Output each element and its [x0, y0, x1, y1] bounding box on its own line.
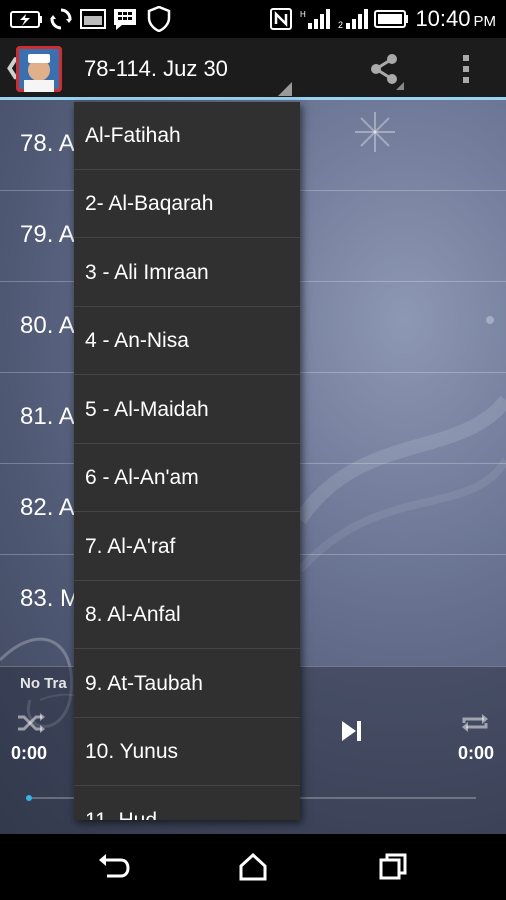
- home-icon[interactable]: [233, 850, 273, 884]
- dropdown-item[interactable]: 5 - Al-Maidah: [74, 376, 300, 444]
- dropdown-item[interactable]: 9. At-Taubah: [74, 650, 300, 718]
- dropdown-item[interactable]: 2- Al-Baqarah: [74, 170, 300, 238]
- battery-charging-icon: [10, 6, 44, 32]
- time-total: 0:00: [457, 743, 494, 763]
- nav-bar: [0, 834, 506, 900]
- battery-icon: [374, 6, 410, 32]
- sync-icon: [48, 6, 74, 32]
- dropdown-item[interactable]: 11. Hud: [74, 787, 300, 820]
- overflow-menu-icon[interactable]: [456, 52, 476, 88]
- nfc-icon: [268, 6, 294, 32]
- share-icon[interactable]: [366, 52, 406, 90]
- shuffle-icon[interactable]: [16, 711, 46, 740]
- dropdown-item[interactable]: 10. Yunus: [74, 718, 300, 786]
- clock: 10:40 PM: [415, 6, 496, 31]
- svg-text:2: 2: [338, 20, 343, 30]
- dropdown-item[interactable]: 7. Al-A'raf: [74, 513, 300, 581]
- bbm-icon: [112, 6, 138, 32]
- image-icon: [80, 6, 106, 32]
- dropdown-item[interactable]: 6 - Al-An'am: [74, 444, 300, 512]
- dropdown-item[interactable]: 8. Al-Anfal: [74, 581, 300, 649]
- svg-text:H: H: [300, 10, 306, 19]
- app-avatar[interactable]: [16, 46, 62, 92]
- seek-thumb[interactable]: [26, 795, 32, 801]
- recents-icon[interactable]: [373, 850, 413, 884]
- dropdown-item[interactable]: Al-Fatihah: [74, 102, 300, 170]
- signal-icon: 2: [338, 6, 370, 32]
- spinner-title[interactable]: 78-114. Juz 30: [84, 56, 228, 82]
- shield-icon: [146, 6, 172, 32]
- action-bar: ❮ 78-114. Juz 30: [0, 38, 506, 100]
- next-icon[interactable]: [340, 719, 362, 748]
- track-title: No Tra: [20, 675, 67, 692]
- repeat-icon[interactable]: [460, 711, 490, 740]
- dropdown-item[interactable]: 4 - An-Nisa: [74, 307, 300, 375]
- signal-icon: H: [300, 6, 332, 32]
- spinner-arrow-icon: [278, 82, 292, 96]
- back-icon[interactable]: [93, 850, 133, 884]
- surah-dropdown: Al-Fatihah 2- Al-Baqarah 3 - Ali Imraan …: [74, 102, 300, 820]
- dropdown-item[interactable]: 3 - Ali Imraan: [74, 239, 300, 307]
- status-bar: H 2 10:40 PM: [0, 0, 506, 38]
- time-elapsed: 0:00: [11, 743, 48, 763]
